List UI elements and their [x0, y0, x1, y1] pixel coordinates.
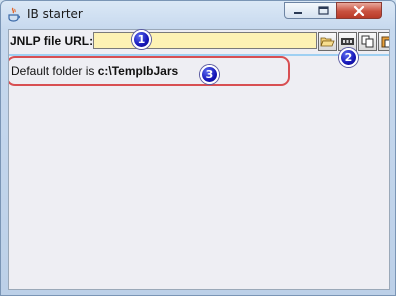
app-window: IB starter JNLP file URL: Default folder…: [0, 0, 396, 296]
open-folder-icon: [320, 37, 335, 47]
open-folder-button[interactable]: [318, 32, 337, 51]
maximize-button[interactable]: [310, 2, 337, 19]
copy-button[interactable]: [358, 32, 377, 51]
callout-highlight-box: [9, 56, 290, 86]
close-button[interactable]: [336, 2, 382, 19]
callout-badge-2: 2: [339, 48, 358, 67]
window-title: IB starter: [27, 7, 83, 21]
minimize-icon: [293, 11, 302, 14]
callout-badge-3: 3: [200, 65, 219, 84]
paste-button[interactable]: [378, 32, 389, 51]
callout-badge-1: 1: [132, 30, 151, 49]
title-bar[interactable]: IB starter: [1, 1, 395, 28]
close-icon: [353, 5, 365, 16]
paste-icon: [381, 36, 389, 48]
jnlp-url-label: JNLP file URL:: [10, 34, 94, 48]
connect-icon: [341, 38, 354, 45]
java-app-icon: [7, 7, 21, 22]
copy-icon: [361, 35, 374, 48]
client-area: JNLP file URL: Default folder is c:\Temp…: [8, 29, 390, 290]
minimize-button[interactable]: [284, 2, 311, 19]
jnlp-url-input[interactable]: [93, 32, 317, 49]
maximize-icon: [317, 6, 329, 15]
url-toolbar: JNLP file URL:: [9, 30, 389, 54]
